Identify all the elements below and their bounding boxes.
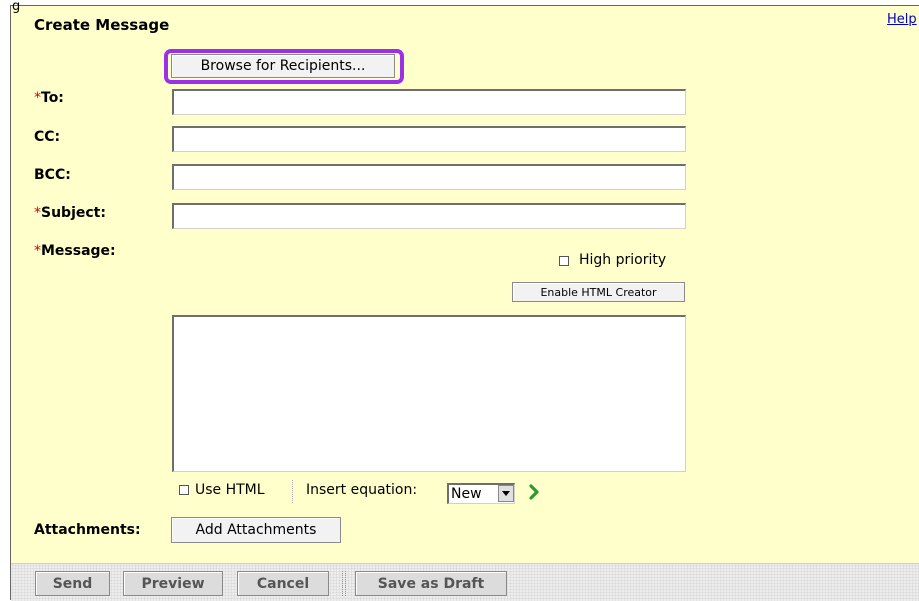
preview-button[interactable]: Preview [123, 571, 223, 596]
to-label-text: To: [41, 90, 64, 106]
message-textarea[interactable] [172, 315, 686, 472]
attachments-label: Attachments: [34, 522, 141, 538]
to-label: *To: [34, 90, 64, 106]
equation-select[interactable]: New [447, 483, 515, 504]
high-priority-label: High priority [579, 252, 667, 268]
enable-html-creator-button[interactable]: Enable HTML Creator [512, 282, 685, 302]
message-label-text: Message: [41, 243, 116, 259]
cancel-button[interactable]: Cancel [237, 571, 329, 596]
page-heading-fragment: g [12, 0, 21, 14]
action-bar: Send Preview Cancel Save as Draft [11, 563, 919, 601]
add-attachments-button[interactable]: Add Attachments [171, 517, 341, 543]
required-marker: * [34, 243, 41, 259]
cc-label-text: CC: [34, 129, 61, 145]
subject-label: *Subject: [34, 205, 106, 221]
browse-recipients-button[interactable]: Browse for Recipients... [171, 54, 395, 78]
create-message-panel: g Create Message Help Browse for Recipie… [10, 0, 919, 601]
equation-select-value: New [451, 486, 482, 502]
subject-label-text: Subject: [41, 205, 106, 221]
required-marker: * [34, 205, 41, 221]
use-html-label: Use HTML [195, 482, 265, 498]
bcc-label: BCC: [34, 167, 71, 183]
cc-label: CC: [34, 129, 60, 145]
go-arrow-icon[interactable] [526, 483, 544, 501]
send-button[interactable]: Send [35, 571, 110, 596]
page-title: Create Message [34, 16, 170, 34]
required-marker: * [34, 90, 41, 106]
cc-field[interactable] [172, 126, 686, 152]
high-priority-checkbox[interactable] [559, 256, 569, 266]
help-link[interactable]: Help [887, 12, 917, 27]
use-html-checkbox[interactable] [179, 485, 189, 495]
save-draft-button[interactable]: Save as Draft [355, 571, 507, 596]
subject-field[interactable] [172, 203, 686, 229]
action-divider [342, 571, 346, 596]
insert-equation-label: Insert equation: [306, 482, 418, 498]
options-divider [292, 480, 293, 503]
bcc-field[interactable] [172, 164, 686, 190]
bcc-label-text: BCC: [34, 167, 71, 183]
chevron-down-icon[interactable] [498, 485, 514, 502]
to-field[interactable] [172, 89, 686, 115]
message-label: *Message: [34, 243, 116, 259]
